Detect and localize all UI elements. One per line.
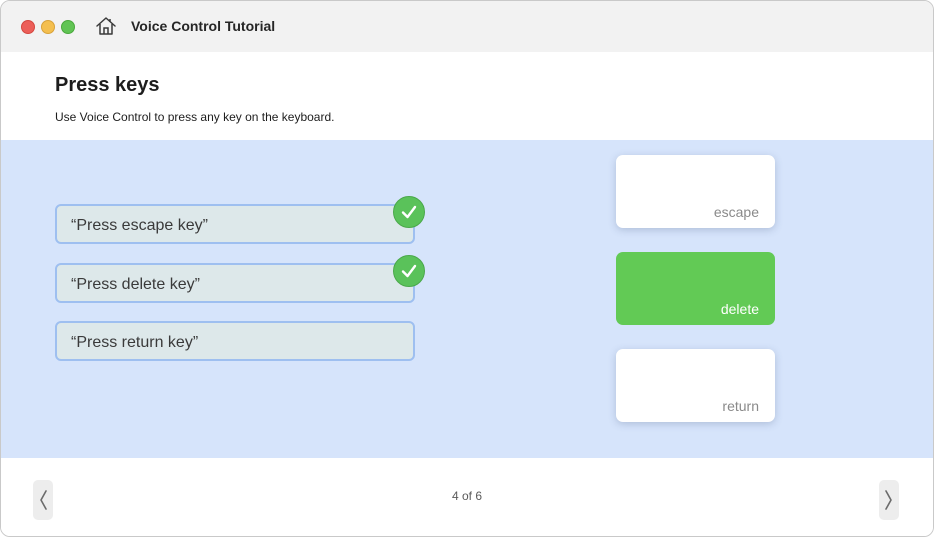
command-text: “Press escape key” — [71, 217, 208, 234]
tutorial-window: Voice Control Tutorial Press keys Use Vo… — [0, 0, 934, 537]
command-escape: “Press escape key” — [55, 196, 425, 244]
key-escape: escape — [616, 155, 775, 228]
key-label: delete — [720, 301, 759, 317]
home-icon[interactable] — [95, 16, 117, 36]
command-text: “Press delete key” — [71, 276, 200, 293]
close-window-button[interactable] — [21, 20, 35, 34]
command-delete: “Press delete key” — [55, 255, 425, 303]
next-button[interactable] — [879, 480, 899, 520]
command-return: “Press return key” — [55, 321, 415, 361]
key-label: return — [722, 398, 759, 414]
key-return: return — [616, 349, 775, 422]
titlebar: Voice Control Tutorial — [1, 1, 933, 52]
minimize-window-button[interactable] — [41, 20, 55, 34]
footer: 4 of 6 — [1, 458, 933, 536]
window-title: Voice Control Tutorial — [131, 18, 276, 34]
page-subtitle: Use Voice Control to press any key on th… — [55, 110, 335, 124]
zoom-window-button[interactable] — [61, 20, 75, 34]
checkmark-icon — [393, 196, 425, 228]
key-label: escape — [713, 204, 759, 220]
page-title: Press keys — [55, 74, 160, 96]
command-text: “Press return key” — [71, 334, 199, 351]
tutorial-stage: “Press escape key” “Press delete key” “P… — [1, 140, 933, 458]
page-indicator: 4 of 6 — [451, 489, 483, 503]
page-header: Press keys Use Voice Control to press an… — [1, 52, 933, 140]
key-delete: delete — [616, 252, 775, 325]
chevron-right-icon — [885, 490, 892, 510]
checkmark-icon — [393, 255, 425, 287]
